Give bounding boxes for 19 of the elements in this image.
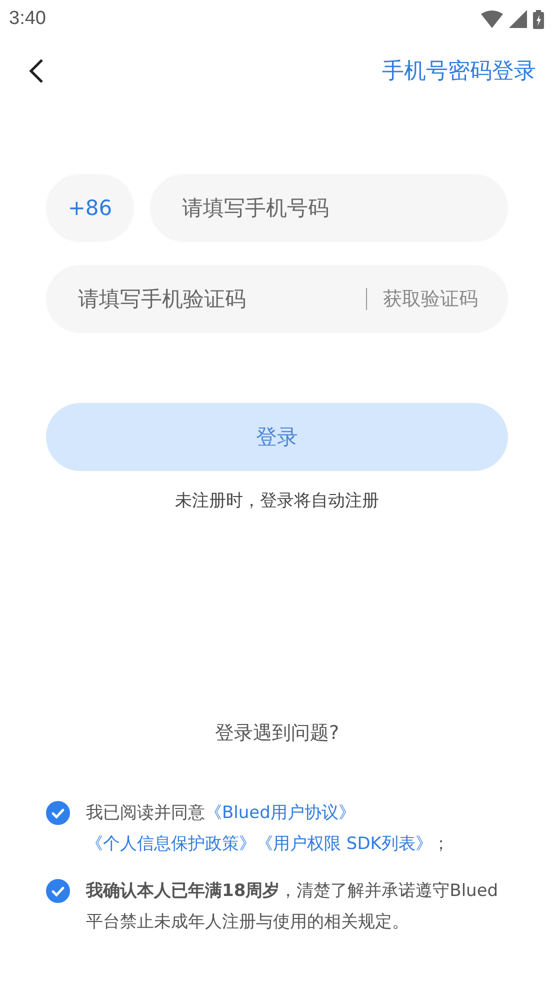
country-code-button[interactable]: +86 <box>46 174 134 242</box>
checkbox-icon[interactable] <box>46 801 70 825</box>
back-icon[interactable] <box>28 58 44 84</box>
auto-register-hint: 未注册时，登录将自动注册 <box>175 490 379 512</box>
agreement-text: 我确认本人已年满18周岁，清楚了解并承诺遵守Blued平台禁止未成年人注册与使用的相关规定。 <box>86 880 500 934</box>
agreement-link[interactable]: 《用户权限 SDK列表》 <box>256 834 432 854</box>
checkbox-icon[interactable] <box>46 879 70 903</box>
wifi-icon <box>481 10 503 28</box>
trouble-link[interactable]: 登录遇到问题? <box>214 720 340 746</box>
code-field[interactable]: 请填写手机验证码 获取验证码 <box>46 265 508 333</box>
agreement-link[interactable]: 《个人信息保护政策》 <box>86 834 256 854</box>
status-time: 3:40 <box>9 8 46 30</box>
phone-field[interactable]: 请填写手机号码 <box>150 174 508 242</box>
agreement-link[interactable]: 《Blued用户协议》 <box>205 803 356 823</box>
signal-icon <box>509 10 527 28</box>
battery-icon <box>533 10 544 28</box>
password-login-link[interactable]: 手机号密码登录 <box>382 56 536 86</box>
get-code-button[interactable]: 获取验证码 <box>383 286 478 312</box>
agreement-text: 我已阅读并同意《Blued用户协议》 《个人信息保护政策》《用户权限 SDK列表》； <box>86 802 450 856</box>
